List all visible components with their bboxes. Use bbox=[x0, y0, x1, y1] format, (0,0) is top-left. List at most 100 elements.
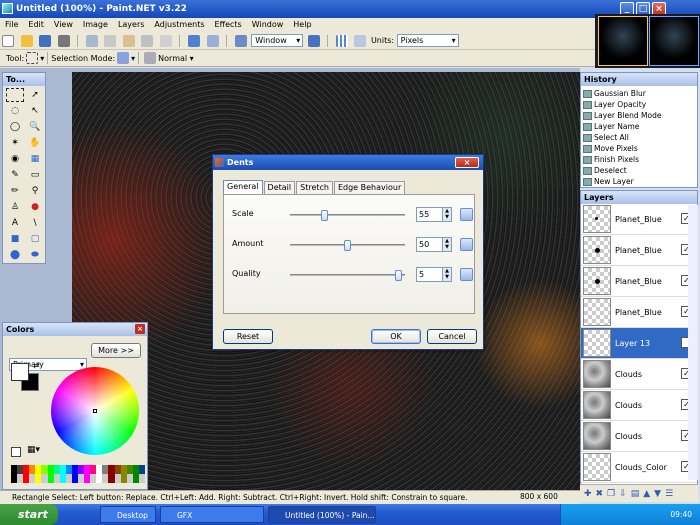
amount-spinbox[interactable]: 50 ▲ ▼ bbox=[416, 237, 452, 252]
save-icon[interactable] bbox=[39, 35, 52, 47]
history-item[interactable]: Deselect bbox=[583, 165, 697, 176]
grid-icon[interactable] bbox=[335, 35, 348, 47]
menu-help[interactable]: Help bbox=[288, 18, 316, 32]
menu-window[interactable]: Window bbox=[247, 18, 289, 32]
amount-slider-thumb[interactable] bbox=[344, 240, 351, 251]
cut-icon[interactable] bbox=[85, 35, 98, 47]
history-item[interactable]: Select All bbox=[583, 132, 697, 143]
image-thumbnail-1[interactable] bbox=[598, 16, 648, 66]
cancel-button[interactable]: Cancel bbox=[427, 329, 477, 344]
dialog-title-bar[interactable]: Dents × bbox=[213, 155, 483, 170]
crop-icon[interactable] bbox=[141, 35, 154, 47]
quality-slider-thumb[interactable] bbox=[394, 270, 402, 281]
palette-swatch[interactable] bbox=[138, 474, 145, 483]
freeform-shape-tool-icon[interactable]: ⬬ bbox=[26, 248, 44, 262]
open-icon[interactable] bbox=[20, 35, 33, 47]
ok-button[interactable]: OK bbox=[371, 329, 421, 344]
layer-row-selected[interactable]: Layer 13 ✓ bbox=[581, 328, 697, 359]
palette-swatch[interactable] bbox=[138, 465, 145, 474]
menu-file[interactable]: File bbox=[0, 18, 23, 32]
zoom-in-icon[interactable] bbox=[307, 35, 320, 47]
color-wheel[interactable] bbox=[51, 367, 139, 455]
add-layer-icon[interactable]: ✚ bbox=[584, 489, 592, 499]
amount-slider[interactable] bbox=[290, 240, 405, 251]
tool-dropdown-arrow[interactable]: ▾ bbox=[40, 54, 44, 63]
tools-panel-title[interactable]: To... bbox=[3, 73, 45, 86]
line-tool-icon[interactable]: \ bbox=[26, 216, 44, 230]
layer-row[interactable]: Planet_Blue ✓ bbox=[581, 266, 697, 297]
units-dropdown[interactable]: Pixels ▾ bbox=[396, 34, 459, 47]
rectangle-select-tool-icon[interactable] bbox=[6, 88, 24, 102]
start-button[interactable]: start bbox=[0, 504, 58, 525]
layers-scrollbar[interactable] bbox=[688, 205, 698, 480]
tab-stretch[interactable]: Stretch bbox=[296, 181, 333, 194]
dialog-close-button[interactable]: × bbox=[455, 157, 479, 168]
copy-icon[interactable] bbox=[104, 35, 117, 47]
ellipse-tool-icon[interactable]: ⬤ bbox=[6, 248, 24, 262]
layer-properties-icon[interactable]: ▤ bbox=[631, 489, 640, 499]
clone-stamp-tool-icon[interactable]: ♙ bbox=[6, 200, 24, 214]
rectangle-select-icon[interactable] bbox=[26, 52, 39, 64]
paintbrush-tool-icon[interactable]: ✎ bbox=[6, 168, 24, 182]
new-icon[interactable] bbox=[2, 35, 14, 47]
layer-row[interactable]: Planet_Blue ✓ bbox=[581, 235, 697, 266]
tab-detail[interactable]: Detail bbox=[263, 181, 296, 194]
tab-general[interactable]: General bbox=[223, 180, 263, 194]
scale-spinbox[interactable]: 55 ▲ ▼ bbox=[416, 207, 452, 222]
task-paintnet[interactable]: Untitled (100%) - Pain... bbox=[268, 506, 376, 523]
layer-properties-icon-2[interactable]: ☰ bbox=[665, 489, 673, 499]
quality-reset-icon[interactable] bbox=[460, 268, 473, 281]
recolor-tool-icon[interactable]: ● bbox=[26, 200, 44, 214]
eraser-tool-icon[interactable]: ▭ bbox=[26, 168, 44, 182]
layer-row[interactable]: Clouds_Color ✓ bbox=[581, 452, 697, 483]
amount-reset-icon[interactable] bbox=[460, 238, 473, 251]
task-desktop[interactable]: Desktop bbox=[100, 506, 156, 523]
reset-colors-icon[interactable] bbox=[11, 447, 21, 457]
delete-layer-icon[interactable]: ✖ bbox=[596, 489, 604, 499]
merge-layer-icon[interactable]: ⇩ bbox=[619, 489, 627, 499]
palette-menu-icon[interactable]: ▦▾ bbox=[27, 445, 40, 455]
layer-row[interactable]: Clouds ✓ bbox=[581, 421, 697, 452]
undo-icon[interactable] bbox=[188, 35, 201, 47]
history-item[interactable]: Move Pixels bbox=[583, 143, 697, 154]
scale-slider[interactable] bbox=[290, 210, 405, 221]
ellipse-select-tool-icon[interactable]: ◯ bbox=[6, 120, 24, 134]
history-item[interactable]: Finish Pixels bbox=[583, 154, 697, 165]
menu-view[interactable]: View bbox=[49, 18, 78, 32]
redo-icon[interactable] bbox=[206, 35, 219, 47]
paint-bucket-tool-icon[interactable]: ◉ bbox=[6, 152, 24, 166]
menu-effects[interactable]: Effects bbox=[210, 18, 247, 32]
color-wheel-cursor[interactable] bbox=[93, 409, 97, 413]
rounded-rectangle-tool-icon[interactable]: ▢ bbox=[26, 232, 44, 246]
clock[interactable]: 09:40 bbox=[670, 504, 692, 525]
zoom-dropdown[interactable]: Window ▾ bbox=[251, 34, 304, 47]
move-selection-tool-icon[interactable]: ↖ bbox=[26, 104, 44, 118]
reset-button[interactable]: Reset bbox=[223, 329, 273, 344]
rectangle-tool-icon[interactable]: ■ bbox=[6, 232, 24, 246]
menu-edit[interactable]: Edit bbox=[23, 18, 49, 32]
task-gfx-folder[interactable]: GFX bbox=[160, 506, 264, 523]
scale-reset-icon[interactable] bbox=[460, 208, 473, 221]
history-item[interactable]: Layer Opacity bbox=[583, 99, 697, 110]
duplicate-layer-icon[interactable]: ❐ bbox=[607, 489, 615, 499]
menu-layers[interactable]: Layers bbox=[113, 18, 149, 32]
move-selected-tool-icon[interactable]: ➚ bbox=[26, 88, 44, 102]
move-layer-up-icon[interactable]: ▲ bbox=[643, 489, 650, 499]
print-icon[interactable] bbox=[57, 35, 70, 47]
gradient-tool-icon[interactable]: ▦ bbox=[26, 152, 44, 166]
color-picker-tool-icon[interactable]: ⚲ bbox=[26, 184, 44, 198]
layer-row[interactable]: Planet_Blue ✓ bbox=[581, 204, 697, 235]
primary-color-swatch[interactable] bbox=[11, 363, 29, 381]
history-item[interactable]: New Layer bbox=[583, 176, 697, 187]
selection-mode-arrow[interactable]: ▾ bbox=[131, 54, 135, 63]
zoom-icon[interactable] bbox=[234, 35, 247, 47]
layer-row[interactable]: Clouds ✓ bbox=[581, 359, 697, 390]
menu-image[interactable]: Image bbox=[78, 18, 113, 32]
blend-mode-value[interactable]: Normal bbox=[158, 54, 187, 63]
text-tool-icon[interactable]: A bbox=[6, 216, 24, 230]
layer-row[interactable]: Planet_Blue ✓ bbox=[581, 297, 697, 328]
more-colors-button[interactable]: More >> bbox=[91, 343, 141, 358]
scale-slider-thumb[interactable] bbox=[321, 210, 329, 221]
tab-edge-behaviour[interactable]: Edge Behaviour bbox=[333, 181, 406, 194]
zoom-tool-icon[interactable]: 🔍 bbox=[26, 120, 44, 134]
